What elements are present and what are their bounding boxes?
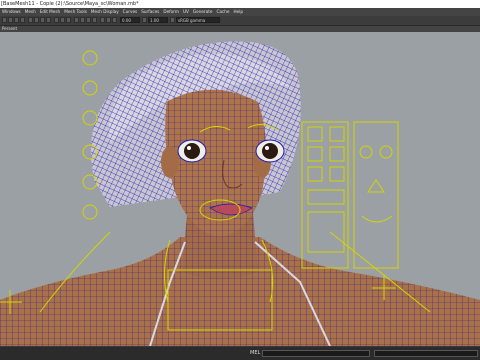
bookmark-icon[interactable] (14, 17, 19, 23)
menu-mesh-display[interactable]: Mesh Display (89, 8, 121, 16)
menu-help[interactable]: Help (231, 8, 245, 16)
menu-curves[interactable]: Curves (121, 8, 140, 16)
command-line-input[interactable] (262, 350, 370, 357)
textured-icon[interactable] (40, 17, 45, 23)
menu-mesh-tools[interactable]: Mesh Tools (62, 8, 89, 16)
menu-windows[interactable]: Windows (0, 8, 23, 16)
menu-bar: Windows Mesh Edit Mesh Mesh Tools Mesh Displ… (0, 8, 480, 16)
wireframe-icon[interactable] (28, 17, 33, 23)
gamma-icon[interactable] (86, 17, 91, 23)
viewport-scene (0, 41, 480, 347)
menu-generate[interactable]: Generate (191, 8, 215, 16)
ambient-occlusion-icon[interactable] (60, 17, 65, 23)
resolution-gate-icon[interactable] (100, 17, 105, 23)
menu-mesh[interactable]: Mesh (23, 8, 38, 16)
menu-surfaces[interactable]: Surfaces (139, 8, 161, 16)
film-gate-icon[interactable] (92, 17, 97, 23)
menu-uv[interactable]: UV (181, 8, 191, 16)
command-result-field (374, 350, 478, 357)
camera-icon[interactable] (2, 17, 7, 23)
image-plane-icon[interactable] (20, 17, 25, 23)
character-mesh[interactable] (0, 41, 480, 347)
grid-icon[interactable] (8, 17, 13, 23)
smooth-shade-icon[interactable] (34, 17, 39, 23)
exposure-icon[interactable] (80, 17, 85, 23)
gamma-field[interactable]: 1.00 (148, 17, 168, 23)
menu-edit-mesh[interactable]: Edit Mesh (38, 8, 62, 16)
safe-action-icon[interactable] (106, 17, 111, 23)
menu-deform[interactable]: Deform (161, 8, 181, 16)
menu-cache[interactable]: Cache (214, 8, 231, 16)
lights-icon[interactable] (46, 17, 51, 23)
window-title: [BaseMesh11 - Copie (2):\Source\Maya_sc\… (0, 0, 480, 8)
shadows-icon[interactable] (54, 17, 59, 23)
isolate-icon[interactable] (74, 17, 79, 23)
mel-label: MEL (250, 350, 261, 356)
field-chart-icon[interactable] (112, 17, 117, 23)
xray-icon[interactable] (66, 17, 71, 23)
view-transform-icon[interactable] (170, 17, 175, 23)
status-bar: MEL (0, 347, 480, 360)
exposure-field[interactable]: 0.00 (120, 17, 140, 23)
gamma-toggle-icon[interactable] (142, 17, 147, 23)
colorspace-select[interactable]: sRGB gamma (176, 17, 220, 23)
viewport-3d[interactable] (0, 32, 480, 346)
panel-toolbar: 0.00 1.00 sRGB gamma (0, 16, 480, 26)
